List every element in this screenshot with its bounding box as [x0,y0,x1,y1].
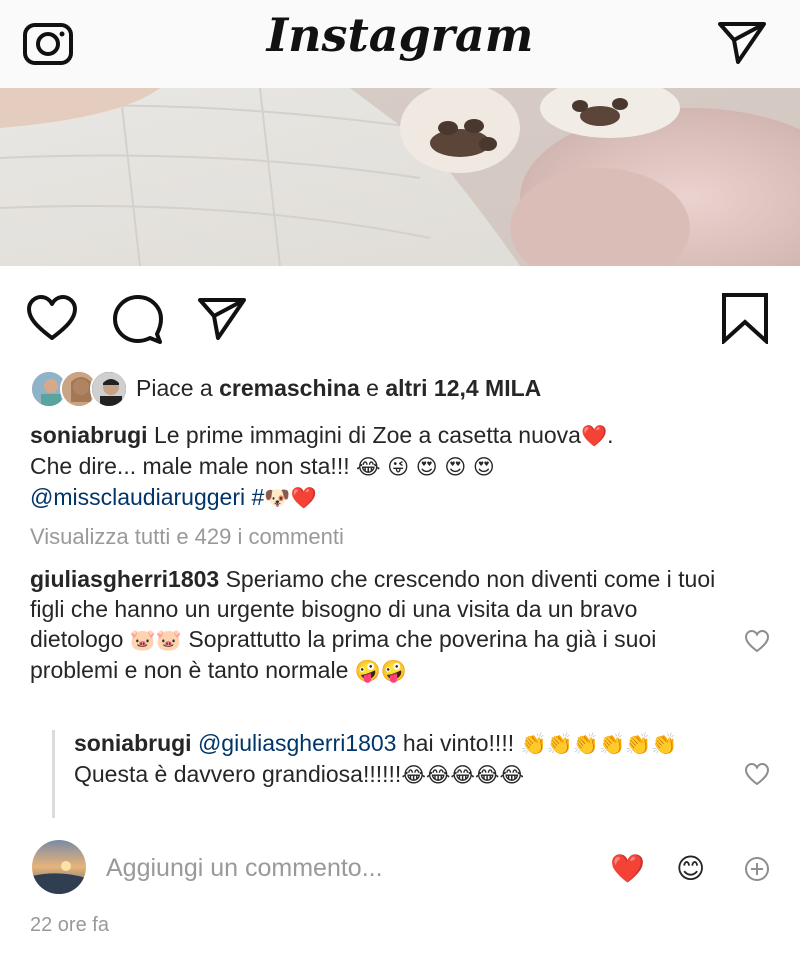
caption-emojis: 😂 😜 😍 😍 😍 [356,455,495,479]
laughing-emoji: 😂😂😂😂😂 [401,763,525,787]
avatar [90,370,128,408]
dog-heart-emoji: 🐶❤️ [264,486,317,510]
post-image[interactable] [0,88,800,266]
quick-smile-reaction[interactable]: 😊 [676,852,705,885]
post-timestamp: 22 ore fa [30,914,109,936]
pig-emoji: 🐷🐷 [129,628,183,652]
liker-username[interactable]: cremaschina [219,375,360,401]
post-caption: soniabrugi Le prime immagini di Zoe a ca… [30,422,614,510]
add-plus-icon[interactable] [744,856,770,882]
post-photo-illustration [0,88,800,266]
zany-face-emoji: 🤪🤪 [354,659,408,683]
share-icon[interactable] [196,292,248,344]
post-actions [0,266,800,366]
caption-hashtag[interactable]: # [245,484,264,510]
direct-message-icon[interactable] [716,16,768,68]
caption-username[interactable]: soniabrugi [30,422,148,448]
comment-item: giuliasgherri1803 Speriamo che crescendo… [30,566,716,683]
comment-bubble-icon[interactable] [112,294,164,344]
comment-username[interactable]: giuliasgherri1803 [30,566,219,592]
reply-username[interactable]: soniabrugi [74,730,192,756]
caption-mention[interactable]: @missclaudiaruggeri [30,484,245,510]
bookmark-icon[interactable] [720,292,770,344]
reply-thread-line [52,730,55,818]
reply-mention[interactable]: @giuliasgherri1803 [198,730,397,756]
liker-avatars [30,370,128,408]
current-user-avatar[interactable] [32,840,86,894]
clapping-emoji: 👏👏👏👏👏👏 [520,732,678,756]
likes-text: Piace a cremaschina e altri 12,4 MILA [136,375,542,401]
instagram-logo: Instagram [266,8,534,62]
add-comment-input[interactable]: Aggiungi un commento... [106,854,383,883]
likes-row[interactable]: Piace a cremaschina e altri 12,4 MILA [30,368,770,410]
view-all-comments-link[interactable]: Visualizza tutti e 429 i commenti [30,524,344,550]
quick-heart-reaction[interactable]: ❤️ [610,852,645,885]
top-bar: Instagram [0,0,800,88]
heart-emoji: ❤️ [580,424,608,448]
comment-like-heart-icon[interactable] [744,629,770,653]
reply-item: soniabrugi @giuliasgherri1803 hai vinto!… [74,730,678,787]
reply-like-heart-icon[interactable] [744,762,770,786]
likes-count[interactable]: altri 12,4 MILA [385,375,541,401]
heart-outline-icon[interactable] [26,294,78,342]
add-comment-row: Aggiungi un commento... ❤️ 😊 [0,836,800,900]
